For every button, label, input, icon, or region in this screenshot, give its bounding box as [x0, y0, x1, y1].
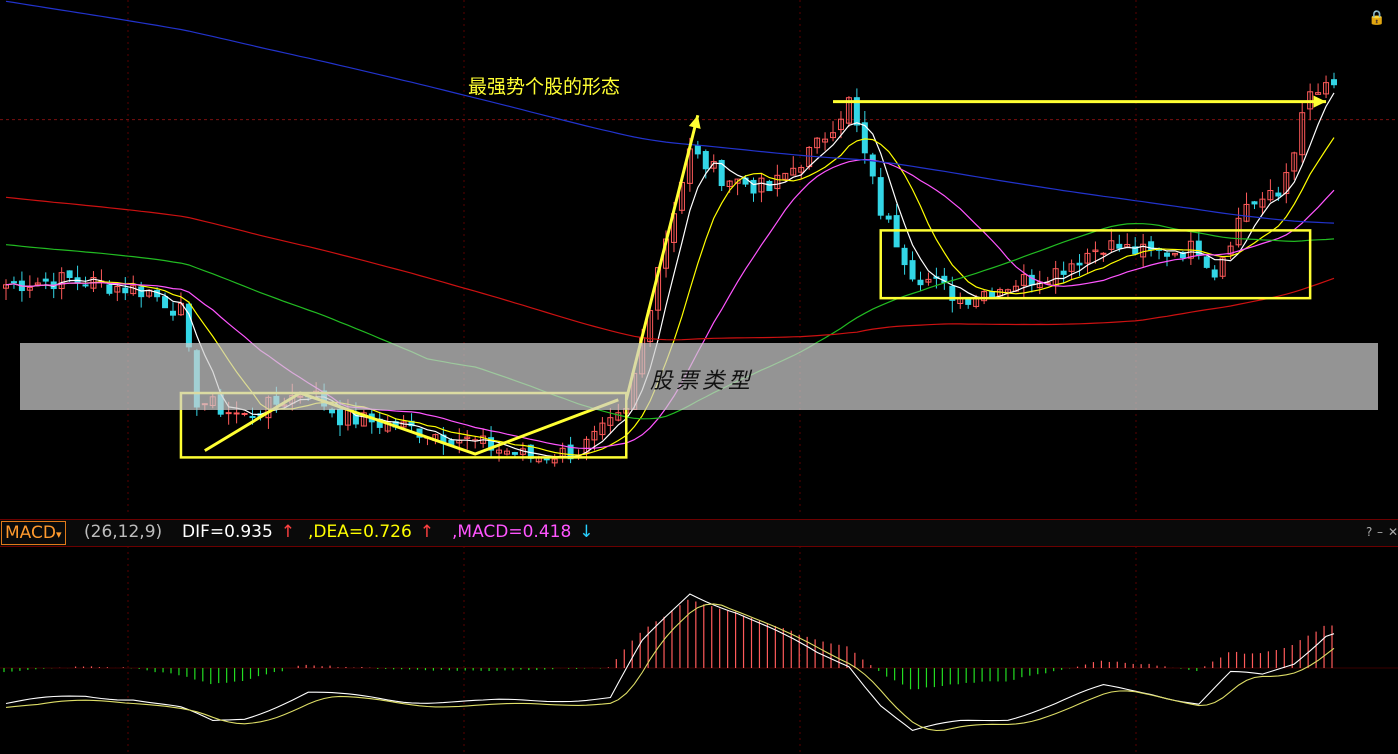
candle-body	[225, 412, 232, 415]
macd-lines	[5, 593, 1335, 732]
dif-up-arrow-icon: ↑	[280, 522, 296, 542]
dif-readout: DIF=0.935 ↑	[182, 521, 295, 543]
candle-body	[66, 270, 73, 278]
watermark-text: 股票类型	[650, 369, 755, 394]
dif-line	[5, 593, 1335, 732]
candle-body	[10, 281, 17, 284]
candle-body	[965, 298, 972, 305]
candle-body	[694, 145, 701, 155]
candle-body	[869, 154, 876, 177]
candle-body	[909, 260, 916, 280]
candle-body	[82, 284, 89, 287]
candle-body	[1203, 256, 1210, 268]
indicator-name: MACD	[5, 523, 56, 543]
candle-body	[122, 287, 129, 294]
candle-body	[543, 458, 550, 461]
macd-readout: ,MACD=0.418 ↓	[452, 521, 594, 543]
indicator-selector[interactable]: MACD▾	[1, 521, 66, 545]
candle-body	[1116, 243, 1123, 249]
candle-body	[241, 412, 248, 415]
close-icon[interactable]: ✕	[1388, 524, 1398, 540]
candle-body	[249, 415, 256, 419]
candle-body	[1251, 201, 1258, 205]
dif-value: DIF=0.935	[182, 522, 273, 542]
indicator-params: (26,12,9)	[84, 522, 163, 542]
dea-line	[5, 603, 1335, 732]
help-icon[interactable]: ?	[1366, 524, 1372, 540]
resistance-level-arrow-head	[1313, 95, 1327, 108]
candle-body	[138, 286, 145, 298]
candle-body	[702, 151, 709, 170]
candle-body	[750, 179, 757, 194]
macd-down-arrow-icon: ↓	[579, 522, 594, 542]
macd-value: ,MACD=0.418	[452, 522, 572, 542]
ma-line-250	[5, 0, 1335, 224]
candle-body	[1100, 252, 1107, 255]
candle-body	[766, 180, 773, 192]
candle-body	[885, 215, 892, 220]
candle-body	[1331, 79, 1337, 86]
macd-histogram	[3, 599, 1333, 690]
candle-body	[1060, 270, 1067, 275]
candle-body	[877, 177, 884, 216]
chevron-down-icon: ▾	[55, 528, 62, 541]
candle-body	[1211, 269, 1218, 278]
minimize-icon[interactable]: –	[1377, 524, 1383, 540]
candle-body	[1076, 262, 1083, 266]
ma-line-120	[5, 196, 1335, 341]
breakout-arrow-head	[688, 115, 701, 129]
candle-body	[1164, 252, 1171, 257]
candle-body	[162, 296, 169, 309]
candle-body	[917, 279, 924, 286]
candle-body	[233, 412, 240, 415]
candle-body	[106, 284, 113, 294]
candle-body	[1275, 192, 1282, 197]
candle-body	[901, 247, 908, 266]
candle-body	[42, 278, 49, 282]
chart-caption: 最强势个股的形态	[468, 76, 621, 98]
lock-icon[interactable]: 🔒	[1368, 10, 1385, 26]
dea-up-arrow-icon: ↑	[419, 522, 435, 542]
candle-body	[169, 310, 176, 316]
candle-body	[989, 291, 996, 298]
dea-readout: ,DEA=0.726 ↑	[308, 521, 434, 543]
candle-body	[336, 408, 343, 426]
consolidation-box	[879, 229, 1312, 300]
candle-body	[511, 452, 518, 455]
dea-value: ,DEA=0.726	[308, 522, 412, 542]
